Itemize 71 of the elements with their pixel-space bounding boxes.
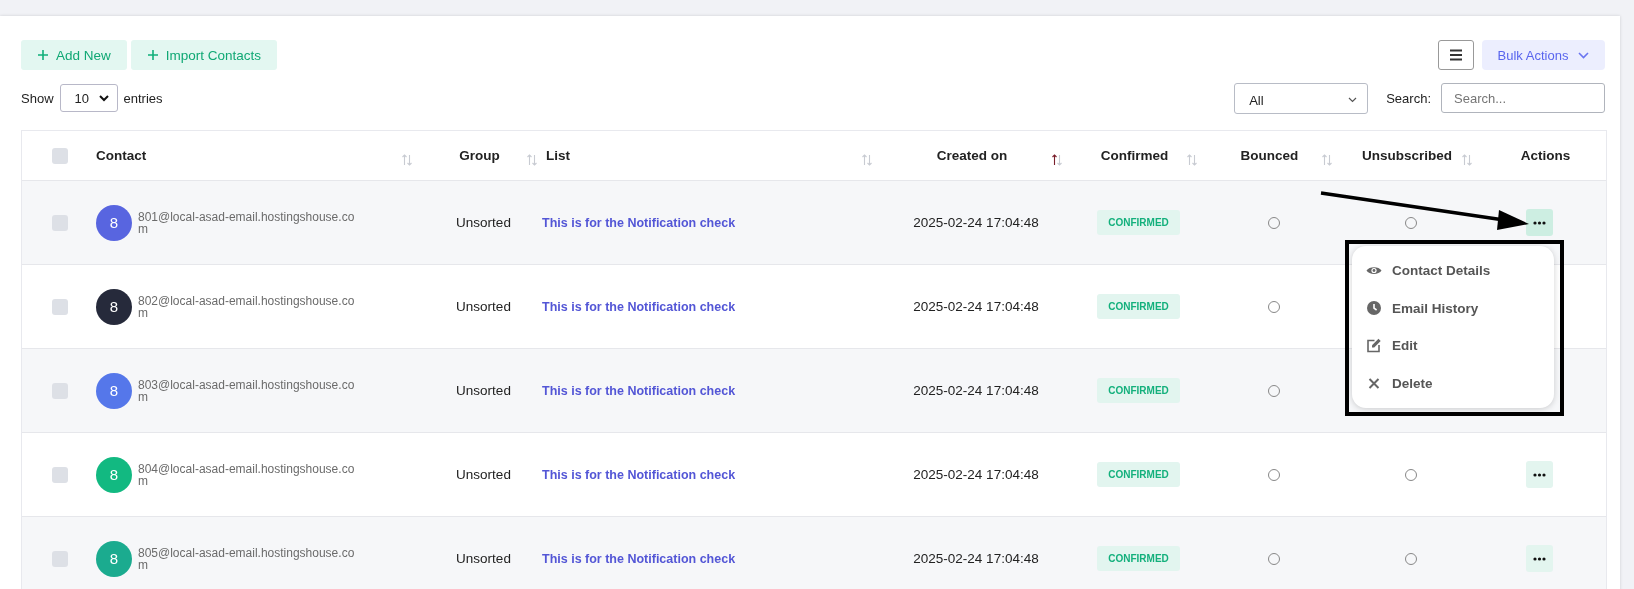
- entries-select[interactable]: 10: [59, 84, 118, 112]
- avatar: 8: [96, 372, 132, 409]
- created-date: 2025-02-24 17:04:48: [913, 299, 1039, 314]
- avatar: 8: [96, 456, 132, 493]
- contact-email: 805@local-asad-email.hostingshouse.com: [138, 546, 356, 571]
- filter-select[interactable]: All: [1234, 82, 1369, 114]
- actions-button[interactable]: [1526, 209, 1553, 236]
- list-link[interactable]: This is for the Notification check: [542, 299, 736, 314]
- edit-icon: [1366, 338, 1382, 354]
- bulk-actions-button[interactable]: Bulk Actions: [1482, 40, 1605, 70]
- contact-email: 804@local-asad-email.hostingshouse.com: [138, 462, 356, 487]
- plus-icon: [146, 49, 159, 61]
- column-header: Confirmed: [1099, 148, 1170, 163]
- avatar: 8: [96, 540, 132, 577]
- chevron-down-icon: [98, 94, 109, 102]
- list-link[interactable]: This is for the Notification check: [542, 383, 736, 398]
- menu-button[interactable]: [1438, 40, 1474, 70]
- status-badge: CONFIRMED: [1097, 378, 1180, 403]
- column-header: Contact: [96, 148, 148, 163]
- group-text: Unsorted: [456, 215, 511, 230]
- contact-email: 802@local-asad-email.hostingshouse.com: [138, 294, 356, 319]
- eye-icon: [1366, 265, 1382, 277]
- chevron-down-icon: [1578, 51, 1590, 59]
- menu-item[interactable]: Delete: [1352, 375, 1554, 391]
- menu-item[interactable]: Email History: [1352, 300, 1554, 316]
- row-checkbox[interactable]: [52, 214, 68, 231]
- search-label: Search:: [1386, 90, 1431, 106]
- status-badge: CONFIRMED: [1097, 462, 1180, 487]
- column-header: Group: [458, 148, 501, 163]
- created-date: 2025-02-24 17:04:48: [913, 467, 1039, 482]
- select-all-checkbox[interactable]: [52, 147, 68, 164]
- sort-icon[interactable]: [1051, 153, 1063, 166]
- status-badge: CONFIRMED: [1097, 294, 1180, 319]
- status-badge: CONFIRMED: [1097, 546, 1180, 571]
- menu-item[interactable]: Edit: [1352, 338, 1554, 354]
- created-date: 2025-02-24 17:04:48: [913, 215, 1039, 230]
- avatar: 8: [96, 204, 132, 241]
- more-icon: [1533, 220, 1546, 225]
- status-badge: CONFIRMED: [1097, 210, 1180, 235]
- column-header: Actions: [1519, 148, 1572, 163]
- entries-label: entries: [123, 90, 163, 106]
- group-text: Unsorted: [456, 467, 511, 482]
- list-link[interactable]: This is for the Notification check: [542, 215, 736, 230]
- plus-icon: [37, 49, 49, 61]
- group-text: Unsorted: [456, 299, 511, 314]
- avatar: 8: [96, 288, 132, 325]
- contact-email: 803@local-asad-email.hostingshouse.com: [138, 378, 356, 403]
- row-checkbox[interactable]: [52, 298, 68, 315]
- created-date: 2025-02-24 17:04:48: [913, 551, 1039, 566]
- row-checkbox[interactable]: [52, 550, 68, 567]
- column-header: List: [546, 148, 571, 163]
- created-date: 2025-02-24 17:04:48: [913, 383, 1039, 398]
- list-link[interactable]: This is for the Notification check: [542, 551, 736, 566]
- row-checkbox[interactable]: [52, 382, 68, 399]
- more-icon: [1533, 556, 1546, 561]
- more-icon: [1533, 472, 1546, 477]
- group-text: Unsorted: [456, 383, 511, 398]
- column-header: Bounced: [1239, 148, 1300, 163]
- show-label: Show: [21, 90, 54, 106]
- list-link[interactable]: This is for the Notification check: [542, 467, 736, 482]
- menu-item[interactable]: Contact Details: [1352, 263, 1554, 279]
- row-checkbox[interactable]: [52, 466, 68, 483]
- column-header: Created on: [935, 148, 1009, 163]
- menu-icon: [1449, 49, 1463, 61]
- close-icon: [1366, 377, 1382, 389]
- column-header: Unsubscribed: [1361, 148, 1453, 163]
- clock-icon: [1366, 301, 1382, 316]
- search-field[interactable]: Search...: [1441, 83, 1605, 113]
- contact-email: 801@local-asad-email.hostingshouse.com: [138, 210, 356, 235]
- chevron-down-icon: [1348, 97, 1358, 103]
- group-text: Unsorted: [456, 551, 511, 566]
